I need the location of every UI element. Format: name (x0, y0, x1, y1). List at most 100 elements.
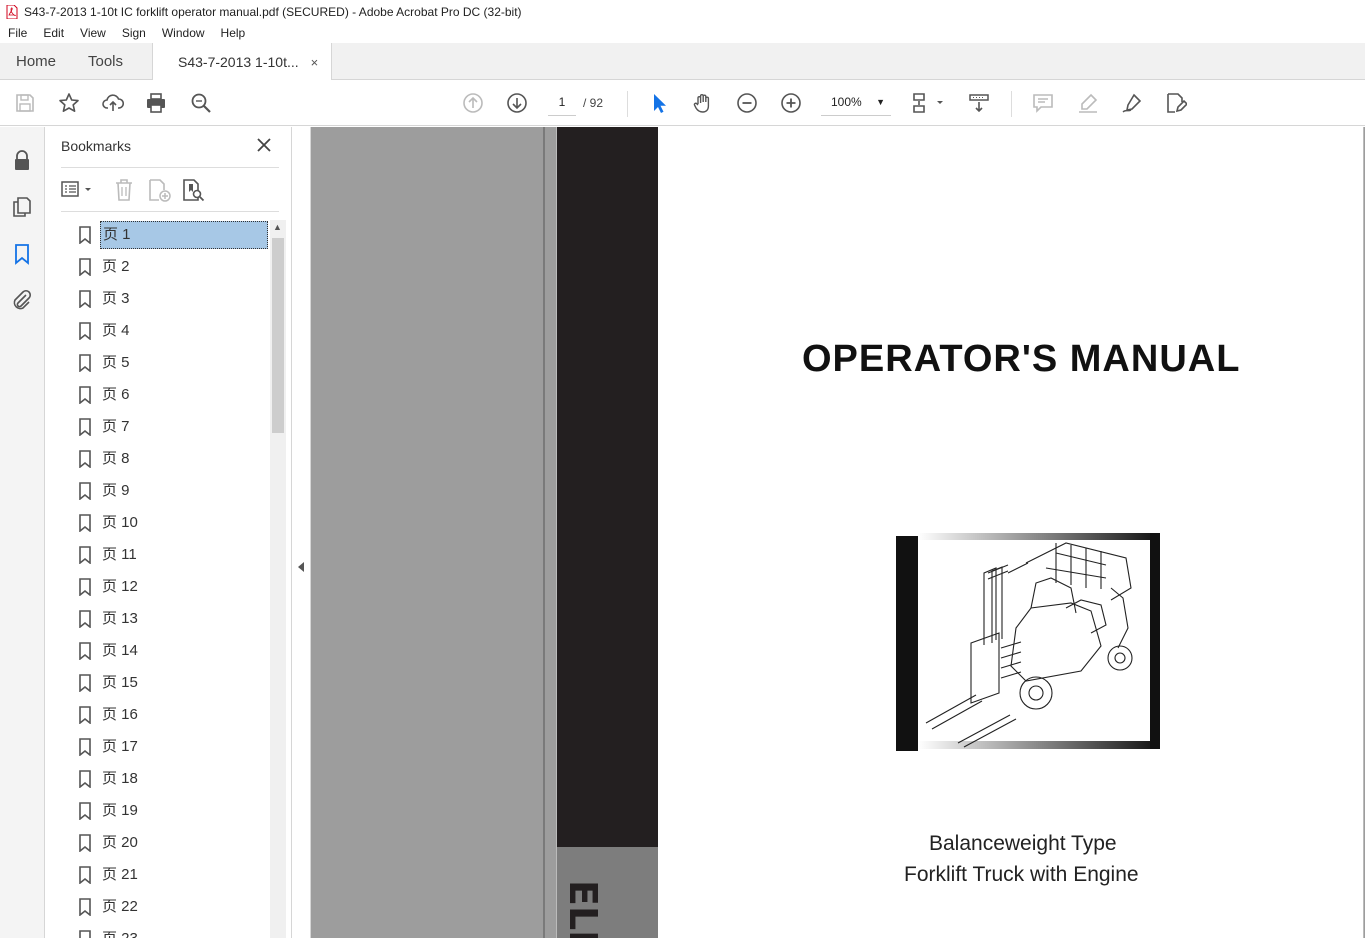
pdf-page[interactable]: ELI OPERATOR'S MANUAL Balanceweight Type… (556, 127, 1364, 938)
bookmark-label: 页 4 (102, 322, 130, 339)
scrollbar-thumb[interactable] (272, 238, 284, 433)
bookmark-item[interactable]: 页 17 (61, 733, 269, 761)
bookmark-item[interactable]: 页 20 (61, 829, 269, 857)
lock-icon[interactable] (11, 149, 33, 171)
bookmark-icon (79, 514, 91, 532)
menu-window[interactable]: Window (154, 26, 213, 40)
bookmark-item[interactable]: 页 18 (61, 765, 269, 793)
bookmark-panel-icon[interactable] (11, 243, 33, 265)
window-title: S43-7-2013 1-10t IC forklift operator ma… (24, 4, 522, 19)
bookmark-label: 页 15 (102, 674, 138, 691)
bookmark-item[interactable]: 页 12 (61, 573, 269, 601)
find-bookmark-icon[interactable] (181, 178, 205, 202)
tab-bar: Home Tools S43-7-2013 1-10t... × (0, 43, 1365, 81)
scroll-mode-icon[interactable] (967, 91, 991, 115)
bookmark-item[interactable]: 页 16 (61, 701, 269, 729)
bookmark-label: 页 8 (102, 450, 130, 467)
bookmark-label: 页 17 (102, 738, 138, 755)
menu-edit[interactable]: Edit (35, 26, 72, 40)
highlight-pen-icon[interactable] (1076, 91, 1100, 115)
acrobat-pdf-icon (6, 4, 18, 19)
attachment-icon[interactable] (11, 289, 33, 311)
tab-tools[interactable]: Tools (88, 43, 123, 80)
bookmark-item[interactable]: 页 6 (61, 381, 269, 409)
print-icon[interactable] (144, 91, 168, 115)
menu-help[interactable]: Help (213, 26, 254, 40)
edit-pdf-icon[interactable] (1164, 91, 1188, 115)
forklift-illustration (896, 533, 1160, 751)
cover-side-band (557, 127, 658, 847)
bookmark-icon (79, 418, 91, 436)
bookmark-icon (79, 258, 91, 276)
bookmark-item[interactable]: 页 23 (61, 925, 269, 938)
bookmark-item[interactable]: 页 19 (61, 797, 269, 825)
menu-sign[interactable]: Sign (114, 26, 154, 40)
bookmark-label: 页 6 (102, 386, 130, 403)
bookmarks-scrollbar[interactable]: ▲ (270, 220, 286, 938)
menu-file[interactable]: File (0, 26, 35, 40)
page-thumbnails-icon[interactable] (11, 196, 33, 218)
bookmark-item[interactable]: 页 13 (61, 605, 269, 633)
bookmark-label: 页 21 (102, 866, 138, 883)
bookmark-item[interactable]: 页 9 (61, 477, 269, 505)
bookmark-item[interactable]: 页 3 (61, 285, 269, 313)
zoom-search-icon[interactable] (189, 91, 213, 115)
star-bookmark-icon[interactable] (57, 91, 81, 115)
zoom-in-icon[interactable] (779, 91, 803, 115)
bookmark-label: 页 9 (102, 482, 130, 499)
comment-icon[interactable] (1031, 91, 1055, 115)
zoom-out-icon[interactable] (735, 91, 759, 115)
bookmark-icon (79, 898, 91, 916)
cover-brand-text: ELI (561, 880, 605, 938)
document-heading: OPERATOR'S MANUAL (802, 338, 1241, 380)
bookmark-label: 页 1 (100, 221, 268, 249)
save-icon[interactable] (13, 91, 37, 115)
bookmark-item[interactable]: 页 22 (61, 893, 269, 921)
zoom-level-dropdown[interactable]: 100% ▼ (821, 90, 891, 116)
bookmark-label: 页 7 (102, 418, 130, 435)
toolbar-divider (627, 91, 628, 117)
draw-sign-icon[interactable] (1120, 91, 1144, 115)
new-bookmark-icon[interactable] (147, 178, 171, 202)
bookmark-item[interactable]: 页 21 (61, 861, 269, 889)
next-page-icon[interactable] (505, 91, 529, 115)
bookmark-label: 页 14 (102, 642, 138, 659)
bookmark-item[interactable]: 页 10 (61, 509, 269, 537)
zoom-level-value: 100% (831, 95, 862, 109)
tab-home[interactable]: Home (16, 43, 56, 80)
select-cursor-icon[interactable] (647, 91, 671, 115)
bookmark-options-icon[interactable] (61, 179, 97, 201)
bookmark-label: 页 20 (102, 834, 138, 851)
document-viewer[interactable]: ELI OPERATOR'S MANUAL Balanceweight Type… (311, 127, 1365, 938)
bookmark-item[interactable]: 页 4 (61, 317, 269, 345)
bookmark-label: 页 11 (102, 546, 137, 563)
scroll-up-arrow-icon[interactable]: ▲ (273, 222, 282, 232)
tab-document[interactable]: S43-7-2013 1-10t... × (152, 43, 332, 81)
previous-page-icon[interactable] (461, 91, 485, 115)
panel-collapse-handle[interactable] (292, 127, 311, 938)
bookmark-label: 页 5 (102, 354, 130, 371)
bookmark-icon (79, 834, 91, 852)
bookmark-item[interactable]: 页 11 (61, 541, 269, 569)
bookmark-item[interactable]: 页 7 (61, 413, 269, 441)
page-number-input[interactable]: 1 (548, 90, 576, 116)
page-layout-icon[interactable] (911, 91, 945, 115)
bookmark-icon (79, 866, 91, 884)
hand-tool-icon[interactable] (691, 91, 715, 115)
bookmark-icon (79, 738, 91, 756)
bookmark-item[interactable]: 页 5 (61, 349, 269, 377)
bookmark-item[interactable]: 页 8 (61, 445, 269, 473)
bookmark-item[interactable]: 页 1 (61, 221, 269, 249)
bookmark-item[interactable]: 页 14 (61, 637, 269, 665)
bookmark-icon (79, 450, 91, 468)
cloud-upload-icon[interactable] (101, 91, 125, 115)
bookmark-icon (79, 610, 91, 628)
divider (61, 167, 279, 168)
tab-close-icon[interactable]: × (311, 55, 319, 70)
menu-view[interactable]: View (72, 26, 114, 40)
bookmark-item[interactable]: 页 15 (61, 669, 269, 697)
bookmark-item[interactable]: 页 2 (61, 253, 269, 281)
bookmark-icon (79, 226, 91, 244)
close-icon[interactable] (256, 137, 272, 153)
delete-bookmark-icon[interactable] (113, 178, 135, 202)
